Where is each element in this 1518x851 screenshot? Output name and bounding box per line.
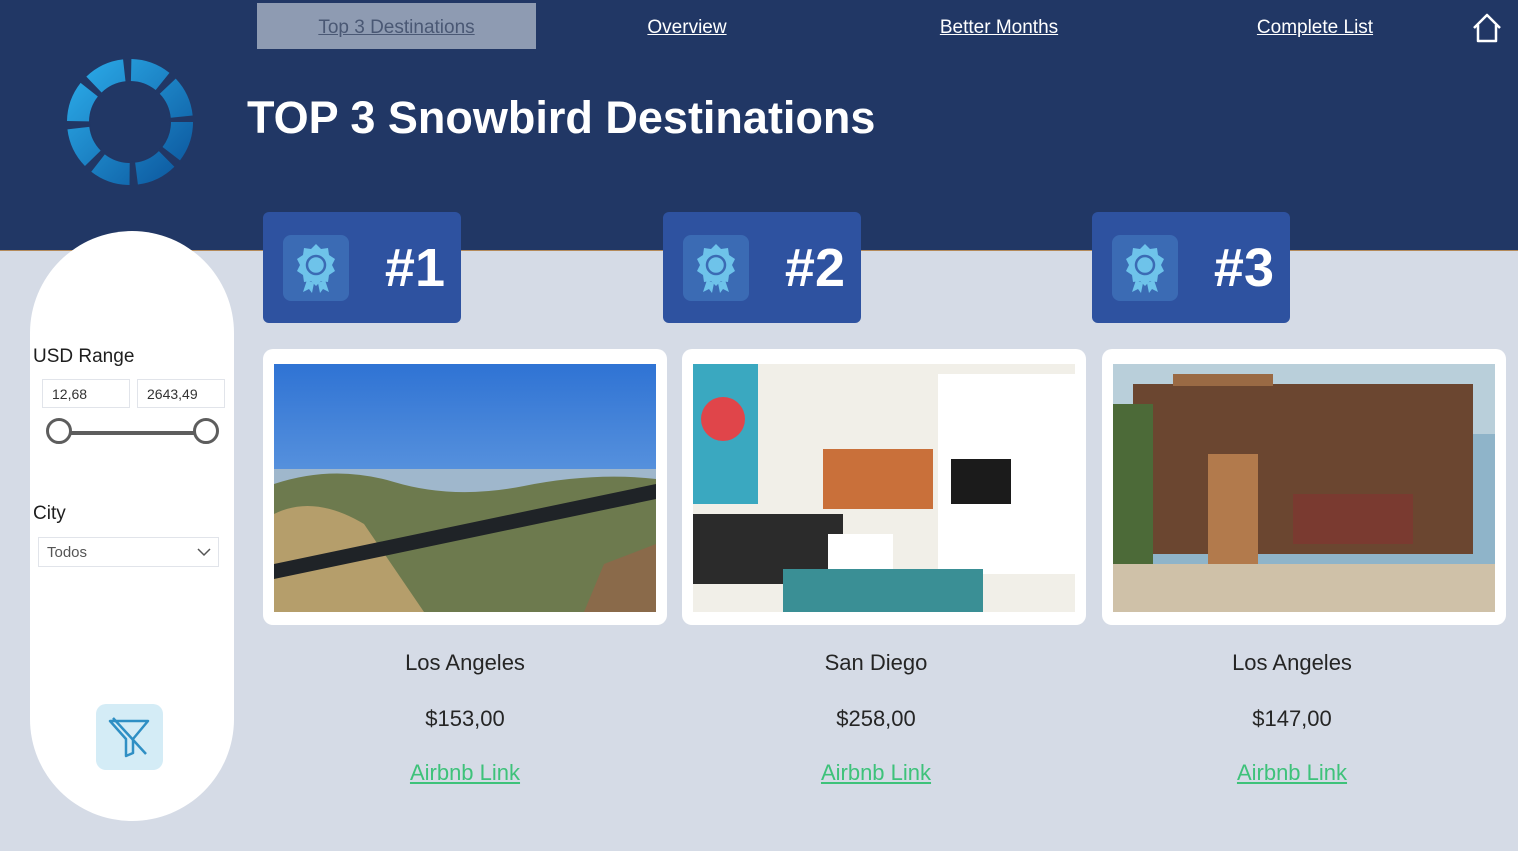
destination-city-3: Los Angeles [1232, 650, 1352, 675]
living-room-interior-photo [693, 364, 1075, 612]
rank-card-1: #1 [263, 212, 461, 323]
refresh-cycle-logo [67, 59, 193, 185]
nav-overview[interactable]: Overview [597, 14, 777, 42]
award-ribbon-icon [1126, 244, 1164, 293]
rank-badge-2 [683, 235, 749, 301]
destination-photo-card-2 [682, 349, 1086, 625]
award-ribbon-icon [297, 244, 335, 293]
clear-filter-icon [108, 717, 150, 758]
usd-range-max-input[interactable]: 2643,49 [137, 379, 225, 408]
rank-badge-3 [1112, 235, 1178, 301]
usd-range-max-handle[interactable] [193, 418, 219, 444]
destination-price-2: $258,00 [836, 706, 916, 731]
nav-top3-destinations[interactable]: Top 3 Destinations [257, 14, 536, 42]
home-icon[interactable] [1470, 11, 1504, 45]
destination-price-1: $153,00 [425, 706, 505, 731]
destination-city-2: San Diego [824, 650, 928, 675]
destination-city-1: Los Angeles [405, 650, 525, 675]
destination-photo-card-3 [1102, 349, 1506, 625]
usd-range-min-input[interactable]: 12,68 [42, 379, 130, 408]
rank-card-2: #2 [663, 212, 861, 323]
rank-number-1: #1 [384, 238, 445, 298]
usd-range-min-handle[interactable] [46, 418, 72, 444]
destination-price-3: $147,00 [1252, 706, 1332, 731]
city-dropdown-value: Todos [47, 544, 88, 561]
clear-filters-button[interactable] [96, 704, 163, 770]
usd-range-label: USD Range [33, 346, 135, 367]
page-title: TOP 3 Snowbird Destinations [247, 92, 876, 143]
city-dropdown[interactable]: Todos [38, 537, 219, 567]
rank-badge-1 [283, 235, 349, 301]
rank-number-2: #2 [784, 238, 845, 298]
rank-card-3: #3 [1092, 212, 1290, 323]
airbnb-link-2[interactable]: Airbnb Link [674, 760, 1078, 786]
chevron-down-icon [197, 548, 211, 557]
destination-photo-card-1 [263, 349, 667, 625]
airbnb-link-1[interactable]: Airbnb Link [263, 760, 667, 786]
rank-number-3: #3 [1213, 238, 1274, 298]
nav-better-months[interactable]: Better Months [909, 14, 1089, 42]
bungalow-wooden-gate-photo [1113, 364, 1495, 612]
usd-range-slider-track[interactable] [58, 431, 208, 435]
airbnb-link-3[interactable]: Airbnb Link [1090, 760, 1494, 786]
city-label: City [33, 503, 66, 524]
hillside-ocean-view-photo [274, 364, 656, 612]
award-ribbon-icon [697, 244, 735, 293]
nav-complete-list[interactable]: Complete List [1220, 14, 1410, 42]
